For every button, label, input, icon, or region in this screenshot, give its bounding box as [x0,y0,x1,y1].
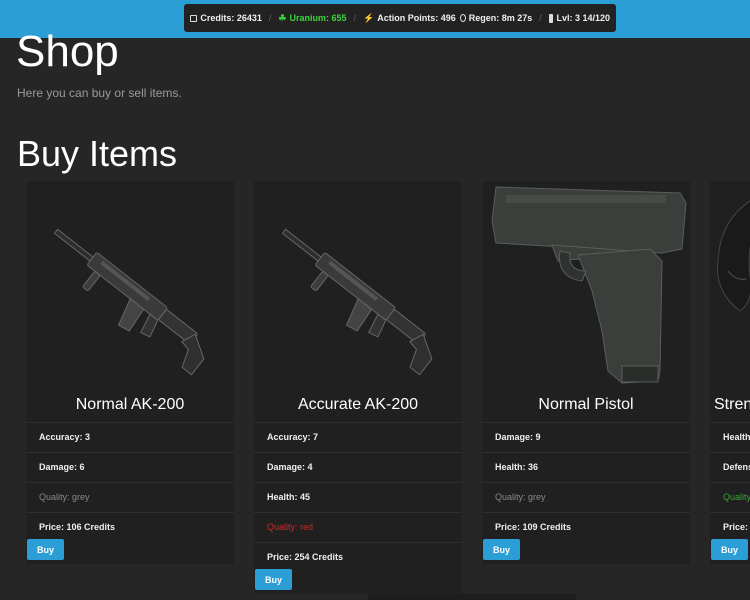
level-stat: Lvl: 3 14/120 [556,13,610,23]
item-card: Normal AK-200 Accuracy: 3 Damage: 6 Qual… [26,181,234,564]
item-quality: Quality: grey [482,482,690,512]
item-stat: Accuracy: 7 [254,422,462,452]
uranium-trefoil-icon: ☘ [278,12,287,23]
item-card: Accurate AK-200 Accuracy: 7 Damage: 4 He… [254,181,462,594]
buy-items-heading: Buy Items [17,133,178,174]
item-name: Normal Pistol [538,396,634,413]
buy-button[interactable]: Buy [483,539,520,560]
item-image-pistol [482,181,690,386]
item-quality: Quality: red [254,512,462,542]
item-stat: Accuracy: 3 [26,422,234,452]
action-points-stat: Action Points: 496 [377,13,456,23]
item-name: Accurate AK-200 [297,396,419,413]
item-quality: Quality: grey [26,482,234,512]
page-title: Shop [16,27,119,76]
item-card: Normal Pistol Damage: 9 Health: 36 Quali… [482,181,690,564]
item-image-rifle [254,181,462,386]
item-stat: Health: 36 [482,452,690,482]
item-stat: Damage: 6 [26,452,234,482]
page-subtitle: Here you can buy or sell items. [17,86,182,100]
item-price: Price: 109 Credits [482,512,690,542]
book-icon [548,13,554,23]
item-price: Price: 2 [710,512,750,542]
item-stat: Damage: 4 [254,452,462,482]
item-name: Normal AK-200 [75,396,185,413]
bottom-panel-edge [368,594,576,600]
lightning-icon: ⚡ [363,12,375,23]
credits-card-icon [190,14,198,22]
item-image-rifle [26,181,234,386]
item-price: Price: 254 Credits [254,542,462,572]
item-stat: Health: 45 [254,482,462,512]
stat-separator: / [539,13,542,23]
buy-button[interactable]: Buy [711,539,748,560]
item-image-armor [710,181,750,386]
item-card: Stren Health Defens Quality Price: 2 [710,181,750,564]
stat-separator: / [353,13,357,23]
item-name: Stren [714,396,750,413]
item-quality: Quality [710,482,750,512]
item-stat: Health [710,422,750,452]
item-stat: Defens [710,452,750,482]
item-price: Price: 106 Credits [26,512,234,542]
uranium-stat: Uranium: 655 [289,13,347,23]
buy-button[interactable]: Buy [27,539,64,560]
buy-button[interactable]: Buy [255,569,292,590]
regen-stat: Regen: 8m 27s [468,13,533,23]
item-stat: Damage: 9 [482,422,690,452]
credits-stat: Credits: 26431 [200,13,262,23]
stat-separator: / [268,13,272,23]
player-stats-bar: Credits: 26431 / ☘ Uranium: 655 / ⚡ Acti… [184,4,616,32]
clock-icon [459,14,466,22]
